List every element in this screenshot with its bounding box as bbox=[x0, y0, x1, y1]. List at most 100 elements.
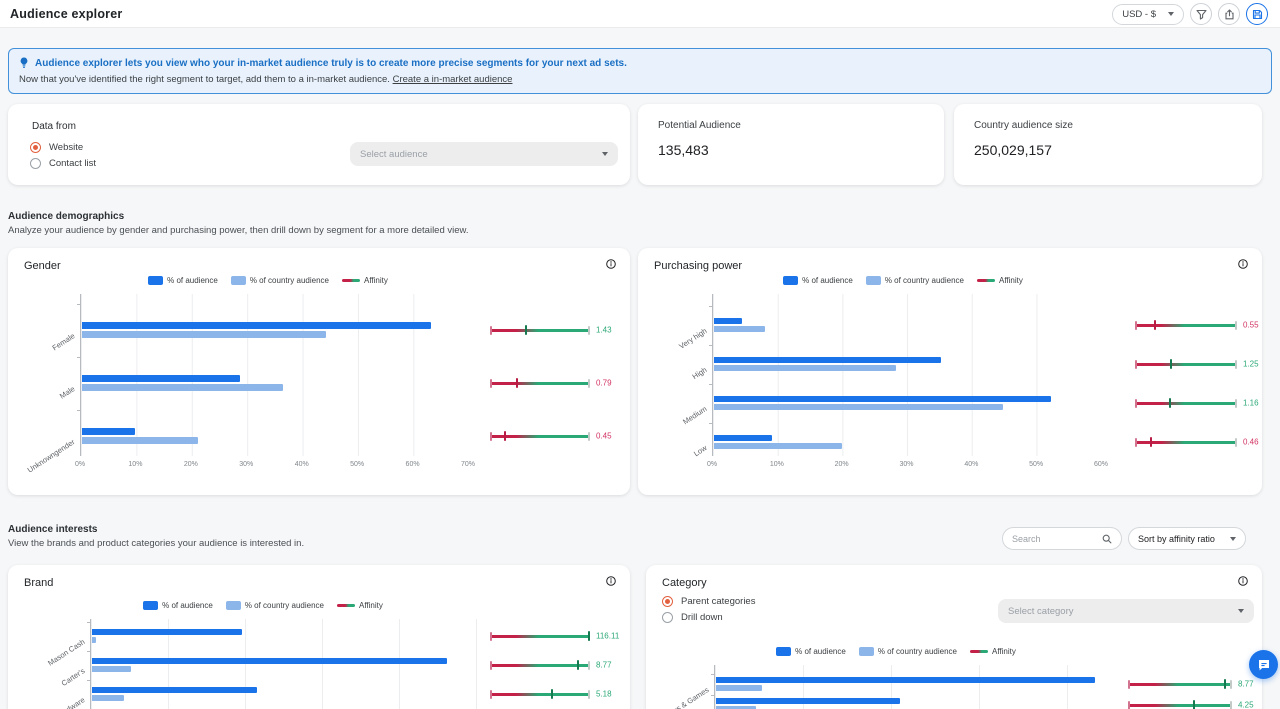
affinity-scale-end bbox=[1235, 360, 1237, 369]
axis-tick bbox=[709, 423, 712, 424]
affinity-scale-start bbox=[1128, 701, 1130, 709]
affinity-scale bbox=[1135, 402, 1237, 405]
affinity-swatch bbox=[342, 279, 360, 282]
category-label: Male bbox=[58, 384, 77, 400]
affinity-scale-end bbox=[588, 326, 590, 335]
gender-chart-card: Gender % of audience% of country audienc… bbox=[8, 248, 630, 495]
x-tick-label: 10% bbox=[128, 461, 142, 468]
chat-button[interactable] bbox=[1249, 650, 1278, 679]
affinity-indicator: 1.16 bbox=[1135, 396, 1237, 410]
affinity-marker bbox=[1170, 359, 1172, 369]
export-button[interactable] bbox=[1218, 3, 1240, 25]
filter-icon bbox=[1196, 9, 1207, 20]
bar-swatch bbox=[231, 276, 246, 285]
bar-audience bbox=[714, 318, 742, 324]
affinity-scale-start bbox=[1135, 438, 1137, 447]
chart-legend: % of audience% of country audienceAffini… bbox=[638, 276, 1168, 285]
affinity-scale bbox=[1128, 704, 1232, 707]
affinity-scale-end bbox=[588, 432, 590, 441]
select-audience-dropdown[interactable]: Select audience bbox=[350, 142, 618, 166]
affinity-value: 1.16 bbox=[1243, 399, 1259, 408]
affinity-swatch bbox=[970, 650, 988, 653]
affinity-marker bbox=[516, 378, 518, 388]
x-tick-label: 0% bbox=[707, 461, 717, 468]
affinity-indicator: 5.18 bbox=[490, 687, 590, 701]
category-chart: % of audience% of country audienceAffini… bbox=[646, 565, 1262, 709]
category-label: Toys & Games bbox=[665, 685, 711, 709]
bar-country-audience bbox=[716, 685, 762, 691]
legend-item-audience: % of audience bbox=[776, 647, 846, 656]
sort-dropdown[interactable]: Sort by affinity ratio bbox=[1128, 527, 1246, 550]
affinity-marker bbox=[588, 631, 590, 641]
affinity-value: 0.79 bbox=[596, 379, 612, 388]
affinity-indicator: 1.25 bbox=[1135, 357, 1237, 371]
chevron-down-icon bbox=[1168, 12, 1174, 16]
chevron-down-icon bbox=[602, 152, 608, 156]
affinity-scale-start bbox=[1135, 360, 1137, 369]
x-tick-label: 10% bbox=[770, 461, 784, 468]
affinity-scale-start bbox=[490, 326, 492, 335]
currency-select[interactable]: USD - $ bbox=[1112, 4, 1184, 25]
radio-icon bbox=[30, 142, 41, 153]
bar-swatch bbox=[859, 647, 874, 656]
stat-label: Potential Audience bbox=[658, 120, 741, 131]
bar-audience bbox=[714, 396, 1051, 402]
country-audience-card: Country audience size 250,029,157 bbox=[954, 104, 1262, 185]
affinity-scale-start bbox=[490, 632, 492, 641]
legend-item-audience: % of audience bbox=[148, 276, 218, 285]
stat-value: 250,029,157 bbox=[974, 142, 1052, 158]
bar-swatch bbox=[783, 276, 798, 285]
affinity-scale-start bbox=[490, 690, 492, 699]
purchasing-power-chart-card: Purchasing power % of audience% of count… bbox=[638, 248, 1262, 495]
affinity-value: 0.55 bbox=[1243, 321, 1259, 330]
x-tick-label: 60% bbox=[1094, 461, 1108, 468]
affinity-scale-end bbox=[588, 379, 590, 388]
x-tick-label: 40% bbox=[295, 461, 309, 468]
category-label: Very high bbox=[677, 326, 708, 351]
axis-tick bbox=[87, 622, 90, 623]
axis-tick bbox=[87, 651, 90, 652]
bar-audience bbox=[716, 698, 900, 704]
search-box bbox=[1002, 527, 1122, 550]
radio-contact-list[interactable]: Contact list bbox=[30, 158, 96, 169]
create-audience-link[interactable]: Create a in-market audience bbox=[393, 74, 513, 85]
bar-swatch bbox=[148, 276, 163, 285]
radio-website[interactable]: Website bbox=[30, 142, 83, 153]
lightbulb-icon bbox=[19, 57, 29, 69]
affinity-scale-end bbox=[1235, 438, 1237, 447]
category-label: Female bbox=[51, 331, 77, 352]
save-button[interactable] bbox=[1246, 3, 1268, 25]
currency-label: USD - $ bbox=[1122, 9, 1156, 20]
x-tick-label: 20% bbox=[835, 461, 849, 468]
axis-tick bbox=[77, 304, 80, 305]
affinity-scale bbox=[490, 635, 590, 638]
affinity-indicator: 0.46 bbox=[1135, 435, 1237, 449]
category-label: Carter's bbox=[60, 666, 87, 688]
chart-plot bbox=[90, 619, 484, 709]
chart-legend: % of audience% of country audienceAffini… bbox=[8, 276, 528, 285]
affinity-scale-end bbox=[1235, 321, 1237, 330]
legend-item-affinity: Affinity bbox=[342, 276, 388, 285]
affinity-marker bbox=[1169, 398, 1171, 408]
legend-item-audience: % of audience bbox=[783, 276, 853, 285]
bar-country-audience bbox=[714, 443, 842, 449]
brand-chart-card: Brand % of audience% of country audience… bbox=[8, 565, 630, 709]
legend-item-audience: % of audience bbox=[143, 601, 213, 610]
affinity-marker bbox=[504, 431, 506, 441]
x-tick-label: 50% bbox=[350, 461, 364, 468]
x-tick-label: 40% bbox=[964, 461, 978, 468]
affinity-scale-end bbox=[1230, 680, 1232, 689]
filter-button[interactable] bbox=[1190, 3, 1212, 25]
top-controls: USD - $ bbox=[1112, 3, 1268, 25]
affinity-marker bbox=[1150, 437, 1152, 447]
potential-audience-card: Potential Audience 135,483 bbox=[638, 104, 944, 185]
top-bar: Audience explorer USD - $ bbox=[0, 0, 1280, 28]
affinity-indicator: 8.77 bbox=[490, 658, 590, 672]
bar-swatch bbox=[143, 601, 158, 610]
affinity-scale bbox=[490, 693, 590, 696]
affinity-scale-end bbox=[588, 661, 590, 670]
category-label: Low bbox=[692, 443, 708, 458]
x-tick-label: 30% bbox=[239, 461, 253, 468]
search-input[interactable] bbox=[1012, 534, 1098, 544]
bar-country-audience bbox=[92, 666, 131, 672]
